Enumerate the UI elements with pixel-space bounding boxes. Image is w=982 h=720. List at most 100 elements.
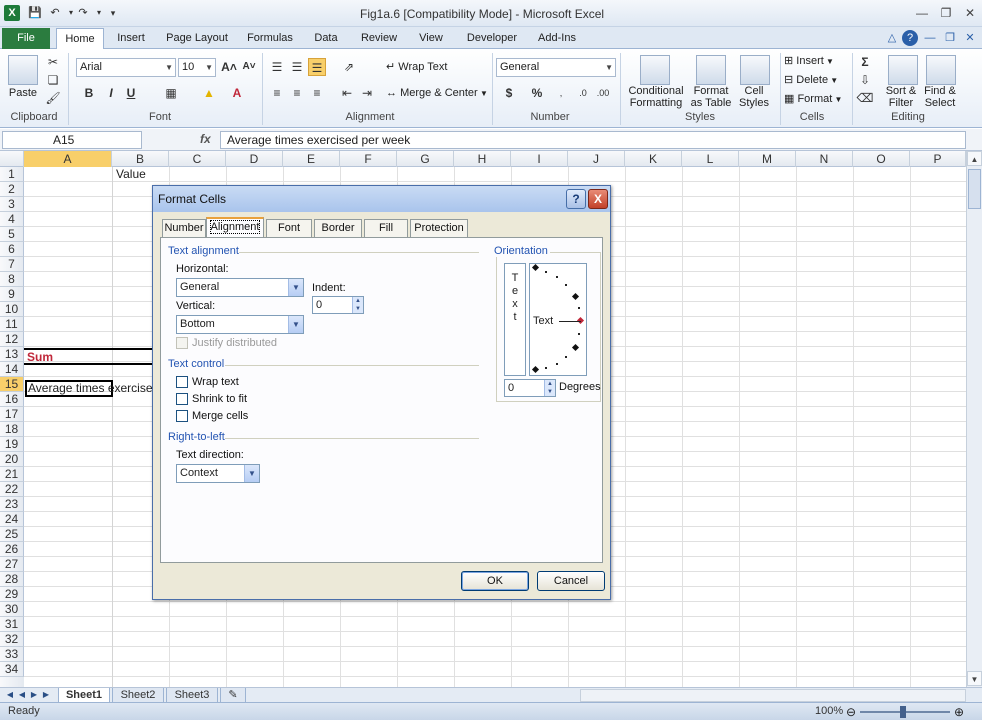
delete-cells-button[interactable]: ⊟ Delete ▼ bbox=[784, 70, 838, 90]
column-header[interactable]: K bbox=[625, 151, 682, 167]
row-header[interactable]: 12 bbox=[0, 332, 24, 347]
minimize-icon[interactable]: — bbox=[912, 5, 932, 21]
percent-button[interactable]: % bbox=[528, 84, 546, 102]
italic-button[interactable]: I bbox=[102, 84, 120, 102]
decrease-decimal-icon[interactable]: .00 bbox=[594, 84, 612, 102]
horizontal-dropdown[interactable]: General ▼ bbox=[176, 278, 304, 297]
row-header[interactable]: 6 bbox=[0, 242, 24, 257]
last-sheet-icon[interactable]: ▶ bbox=[40, 689, 52, 701]
font-size-combo[interactable]: 10 ▼ bbox=[178, 58, 216, 77]
autosum-icon[interactable]: Σ bbox=[856, 53, 874, 71]
vertical-dropdown[interactable]: Bottom ▼ bbox=[176, 315, 304, 334]
row-header[interactable]: 27 bbox=[0, 557, 24, 572]
format-as-table-icon[interactable] bbox=[696, 55, 726, 85]
sort-filter-icon[interactable] bbox=[888, 55, 918, 85]
row-header[interactable]: 7 bbox=[0, 257, 24, 272]
borders-icon[interactable]: ▦ bbox=[162, 84, 180, 102]
insert-sheet-icon[interactable]: ✎ bbox=[220, 688, 246, 703]
bottom-align-icon[interactable]: ☰ bbox=[308, 58, 326, 76]
tab-formulas[interactable]: Formulas bbox=[242, 28, 298, 49]
number-format-combo[interactable]: General ▼ bbox=[496, 58, 616, 77]
row-header[interactable]: 11 bbox=[0, 317, 24, 332]
conditional-formatting-icon[interactable] bbox=[640, 55, 670, 85]
wrap-text-checkbox[interactable] bbox=[176, 376, 188, 388]
row-header[interactable]: 22 bbox=[0, 482, 24, 497]
text-direction-dropdown[interactable]: Context ▼ bbox=[176, 464, 260, 483]
zoom-out-icon[interactable]: ⊖ bbox=[846, 705, 856, 719]
orientation-icon[interactable]: ⇗ bbox=[340, 58, 358, 76]
column-header[interactable]: P bbox=[910, 151, 966, 167]
tab-developer[interactable]: Developer bbox=[462, 28, 522, 49]
increase-indent-icon[interactable]: ⇥ bbox=[358, 84, 376, 102]
cell-styles-icon[interactable] bbox=[740, 55, 770, 85]
clear-icon[interactable]: ⌫ bbox=[856, 89, 874, 107]
format-painter-icon[interactable]: 🖌 bbox=[44, 89, 62, 107]
excel-app-icon[interactable]: X bbox=[4, 5, 20, 21]
shrink-to-fit-checkbox[interactable] bbox=[176, 393, 188, 405]
row-header[interactable]: 32 bbox=[0, 632, 24, 647]
increase-decimal-icon[interactable]: .0 bbox=[574, 84, 592, 102]
zoom-slider-thumb[interactable] bbox=[900, 706, 906, 718]
tab-file[interactable]: File bbox=[2, 28, 50, 49]
cell-a13[interactable]: Sum bbox=[27, 350, 53, 364]
middle-align-icon[interactable]: ☰ bbox=[288, 58, 306, 76]
shrink-font-icon[interactable]: A˅ bbox=[240, 58, 258, 76]
column-header[interactable]: A bbox=[24, 151, 112, 167]
sheet-tab-sheet1[interactable]: Sheet1 bbox=[58, 688, 110, 703]
tab-view[interactable]: View bbox=[412, 28, 450, 49]
formula-input[interactable]: Average times exercised per week bbox=[220, 131, 966, 149]
row-header[interactable]: 15 bbox=[0, 377, 24, 392]
vertical-text-orientation[interactable]: Text bbox=[504, 263, 526, 376]
zoom-in-icon[interactable]: ⊕ bbox=[954, 705, 964, 719]
scroll-down-icon[interactable]: ▼ bbox=[967, 671, 982, 686]
row-header[interactable]: 13 bbox=[0, 347, 24, 362]
save-icon[interactable]: 💾 bbox=[26, 4, 44, 22]
find-select-button[interactable]: Find & Select bbox=[918, 85, 962, 109]
column-header[interactable]: F bbox=[340, 151, 397, 167]
paste-button-label[interactable]: Paste bbox=[4, 87, 42, 99]
dialog-title-bar[interactable]: Format Cells ? X bbox=[153, 186, 610, 212]
horizontal-scrollbar[interactable] bbox=[580, 689, 966, 702]
align-left-icon[interactable]: ≡ bbox=[268, 84, 286, 102]
dialog-tab-number[interactable]: Number bbox=[162, 219, 206, 237]
row-header[interactable]: 10 bbox=[0, 302, 24, 317]
row-header[interactable]: 4 bbox=[0, 212, 24, 227]
help-icon[interactable]: ? bbox=[902, 30, 918, 46]
scroll-up-icon[interactable]: ▲ bbox=[967, 151, 982, 166]
tab-data[interactable]: Data bbox=[308, 28, 344, 49]
bold-button[interactable]: B bbox=[80, 84, 98, 102]
next-sheet-icon[interactable]: ▶ bbox=[28, 689, 40, 701]
dialog-close-button[interactable]: X bbox=[588, 189, 608, 209]
row-header[interactable]: 28 bbox=[0, 572, 24, 587]
dialog-tab-border[interactable]: Border bbox=[314, 219, 362, 237]
row-header[interactable]: 19 bbox=[0, 437, 24, 452]
select-all-corner[interactable] bbox=[0, 151, 24, 167]
row-header[interactable]: 21 bbox=[0, 467, 24, 482]
row-header[interactable]: 9 bbox=[0, 287, 24, 302]
sort-filter-button[interactable]: Sort & Filter bbox=[880, 85, 922, 109]
column-header[interactable]: L bbox=[682, 151, 739, 167]
merge-center-button[interactable]: ↔ Merge & Center ▼ bbox=[386, 83, 488, 103]
insert-cells-button[interactable]: ⊞ Insert ▼ bbox=[784, 51, 834, 71]
copy-icon[interactable]: ❏ bbox=[44, 71, 62, 89]
currency-button[interactable]: $ bbox=[500, 84, 518, 102]
insert-function-icon[interactable]: fx bbox=[200, 132, 211, 146]
restore-icon[interactable]: ❐ bbox=[936, 5, 956, 21]
row-header[interactable]: 3 bbox=[0, 197, 24, 212]
column-header[interactable]: I bbox=[511, 151, 568, 167]
dialog-tab-protection[interactable]: Protection bbox=[410, 219, 468, 237]
row-header[interactable]: 33 bbox=[0, 647, 24, 662]
row-header[interactable]: 31 bbox=[0, 617, 24, 632]
cell-b1[interactable]: Value bbox=[116, 167, 146, 181]
row-header[interactable]: 14 bbox=[0, 362, 24, 377]
row-header[interactable]: 5 bbox=[0, 227, 24, 242]
column-header[interactable]: E bbox=[283, 151, 340, 167]
top-align-icon[interactable]: ☰ bbox=[268, 58, 286, 76]
row-header[interactable]: 17 bbox=[0, 407, 24, 422]
customize-qat-icon[interactable]: ▾ bbox=[104, 4, 122, 22]
spinner-arrows-icon[interactable]: ▲ ▼ bbox=[544, 380, 555, 396]
ok-button[interactable]: OK bbox=[461, 571, 529, 591]
degrees-spinner[interactable]: 0 ▲ ▼ bbox=[504, 379, 556, 397]
align-center-icon[interactable]: ≡ bbox=[288, 84, 306, 102]
wrap-text-button[interactable]: ↵ Wrap Text bbox=[386, 57, 447, 77]
